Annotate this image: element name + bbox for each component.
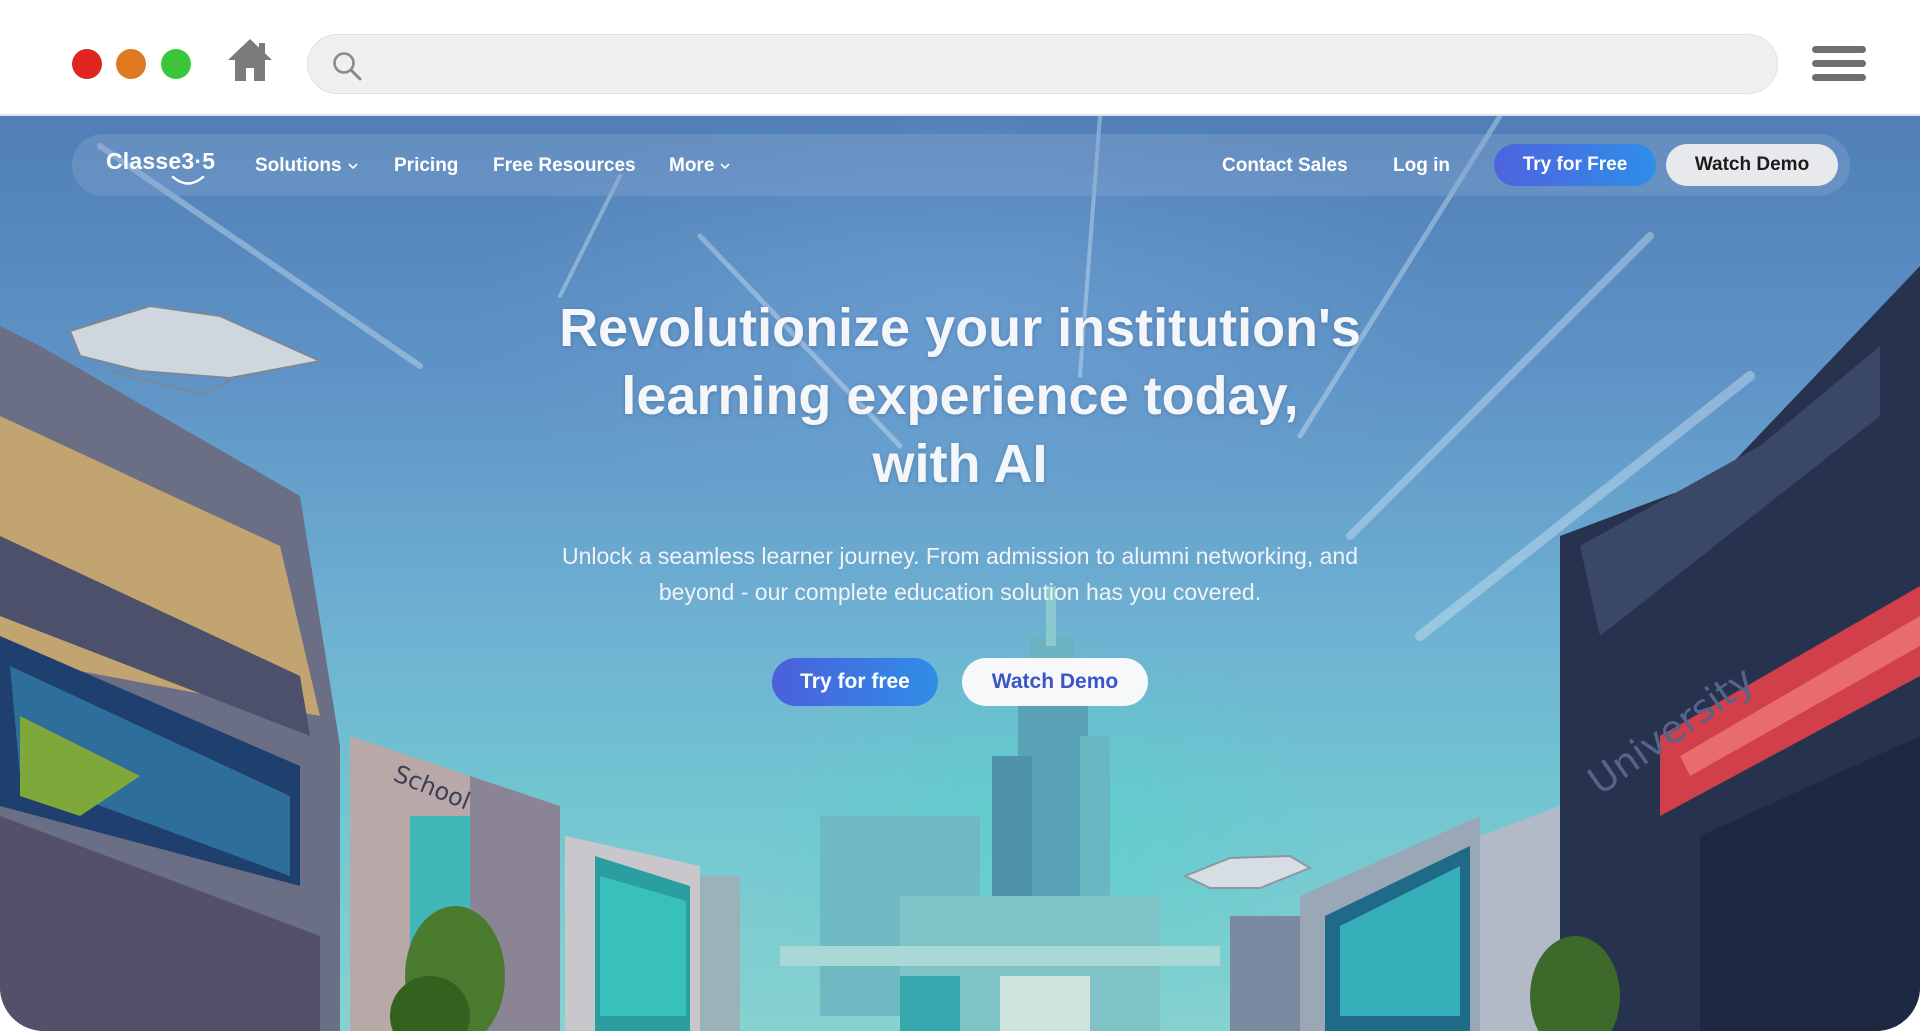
nav-more-label: More — [669, 155, 715, 176]
nav-solutions[interactable]: Solutions — [255, 152, 358, 180]
hamburger-menu-icon[interactable] — [1812, 46, 1866, 90]
site-navbar: Classe3·5 Solutions Pricing Free Resourc… — [72, 134, 1850, 196]
address-bar[interactable] — [307, 34, 1778, 94]
browser-toolbar — [0, 0, 1920, 116]
watch-demo-nav-button[interactable]: Watch Demo — [1666, 144, 1838, 186]
try-for-free-nav-button[interactable]: Try for Free — [1494, 144, 1656, 186]
headline-line-1: Revolutionize your institution's — [559, 298, 1361, 358]
maximize-window-button[interactable] — [161, 49, 191, 79]
subtext-line-1: Unlock a seamless learner journey. From … — [562, 543, 1358, 569]
minimize-window-button[interactable] — [116, 49, 146, 79]
subtext-line-2: beyond - our complete education solution… — [658, 579, 1262, 605]
hero-subtext: Unlock a seamless learner journey. From … — [500, 538, 1420, 610]
logo-smile-icon — [171, 175, 205, 185]
contact-sales-label: Contact Sales — [1222, 155, 1348, 176]
login-link[interactable]: Log in — [1393, 152, 1450, 180]
address-input[interactable] — [380, 47, 1760, 83]
search-icon — [333, 52, 362, 81]
try-for-free-hero-button[interactable]: Try for free — [772, 658, 938, 706]
hero-section: School University Classe3·5 Solutions Pr… — [0, 116, 1920, 1031]
headline-line-2: learning experience today, — [621, 366, 1299, 426]
logo-text: Classe3·5 — [106, 148, 216, 174]
chevron-down-icon — [347, 163, 358, 170]
login-label: Log in — [1393, 155, 1450, 176]
home-icon[interactable] — [224, 34, 276, 86]
nav-more[interactable]: More — [669, 152, 730, 180]
headline-line-3: with AI — [872, 434, 1048, 494]
chevron-down-icon — [720, 163, 730, 170]
nav-pricing[interactable]: Pricing — [394, 152, 458, 180]
nav-solutions-label: Solutions — [255, 155, 342, 176]
hero-headline: Revolutionize your institution's learnin… — [460, 294, 1460, 498]
close-window-button[interactable] — [72, 49, 102, 79]
contact-sales-link[interactable]: Contact Sales — [1222, 152, 1348, 180]
browser-window: School University Classe3·5 Solutions Pr… — [0, 0, 1920, 1031]
classe365-logo[interactable]: Classe3·5 — [106, 148, 216, 185]
nav-free-resources[interactable]: Free Resources — [493, 152, 636, 180]
watch-demo-hero-button[interactable]: Watch Demo — [962, 658, 1148, 706]
nav-pricing-label: Pricing — [394, 155, 459, 176]
nav-free-resources-label: Free Resources — [493, 155, 636, 176]
